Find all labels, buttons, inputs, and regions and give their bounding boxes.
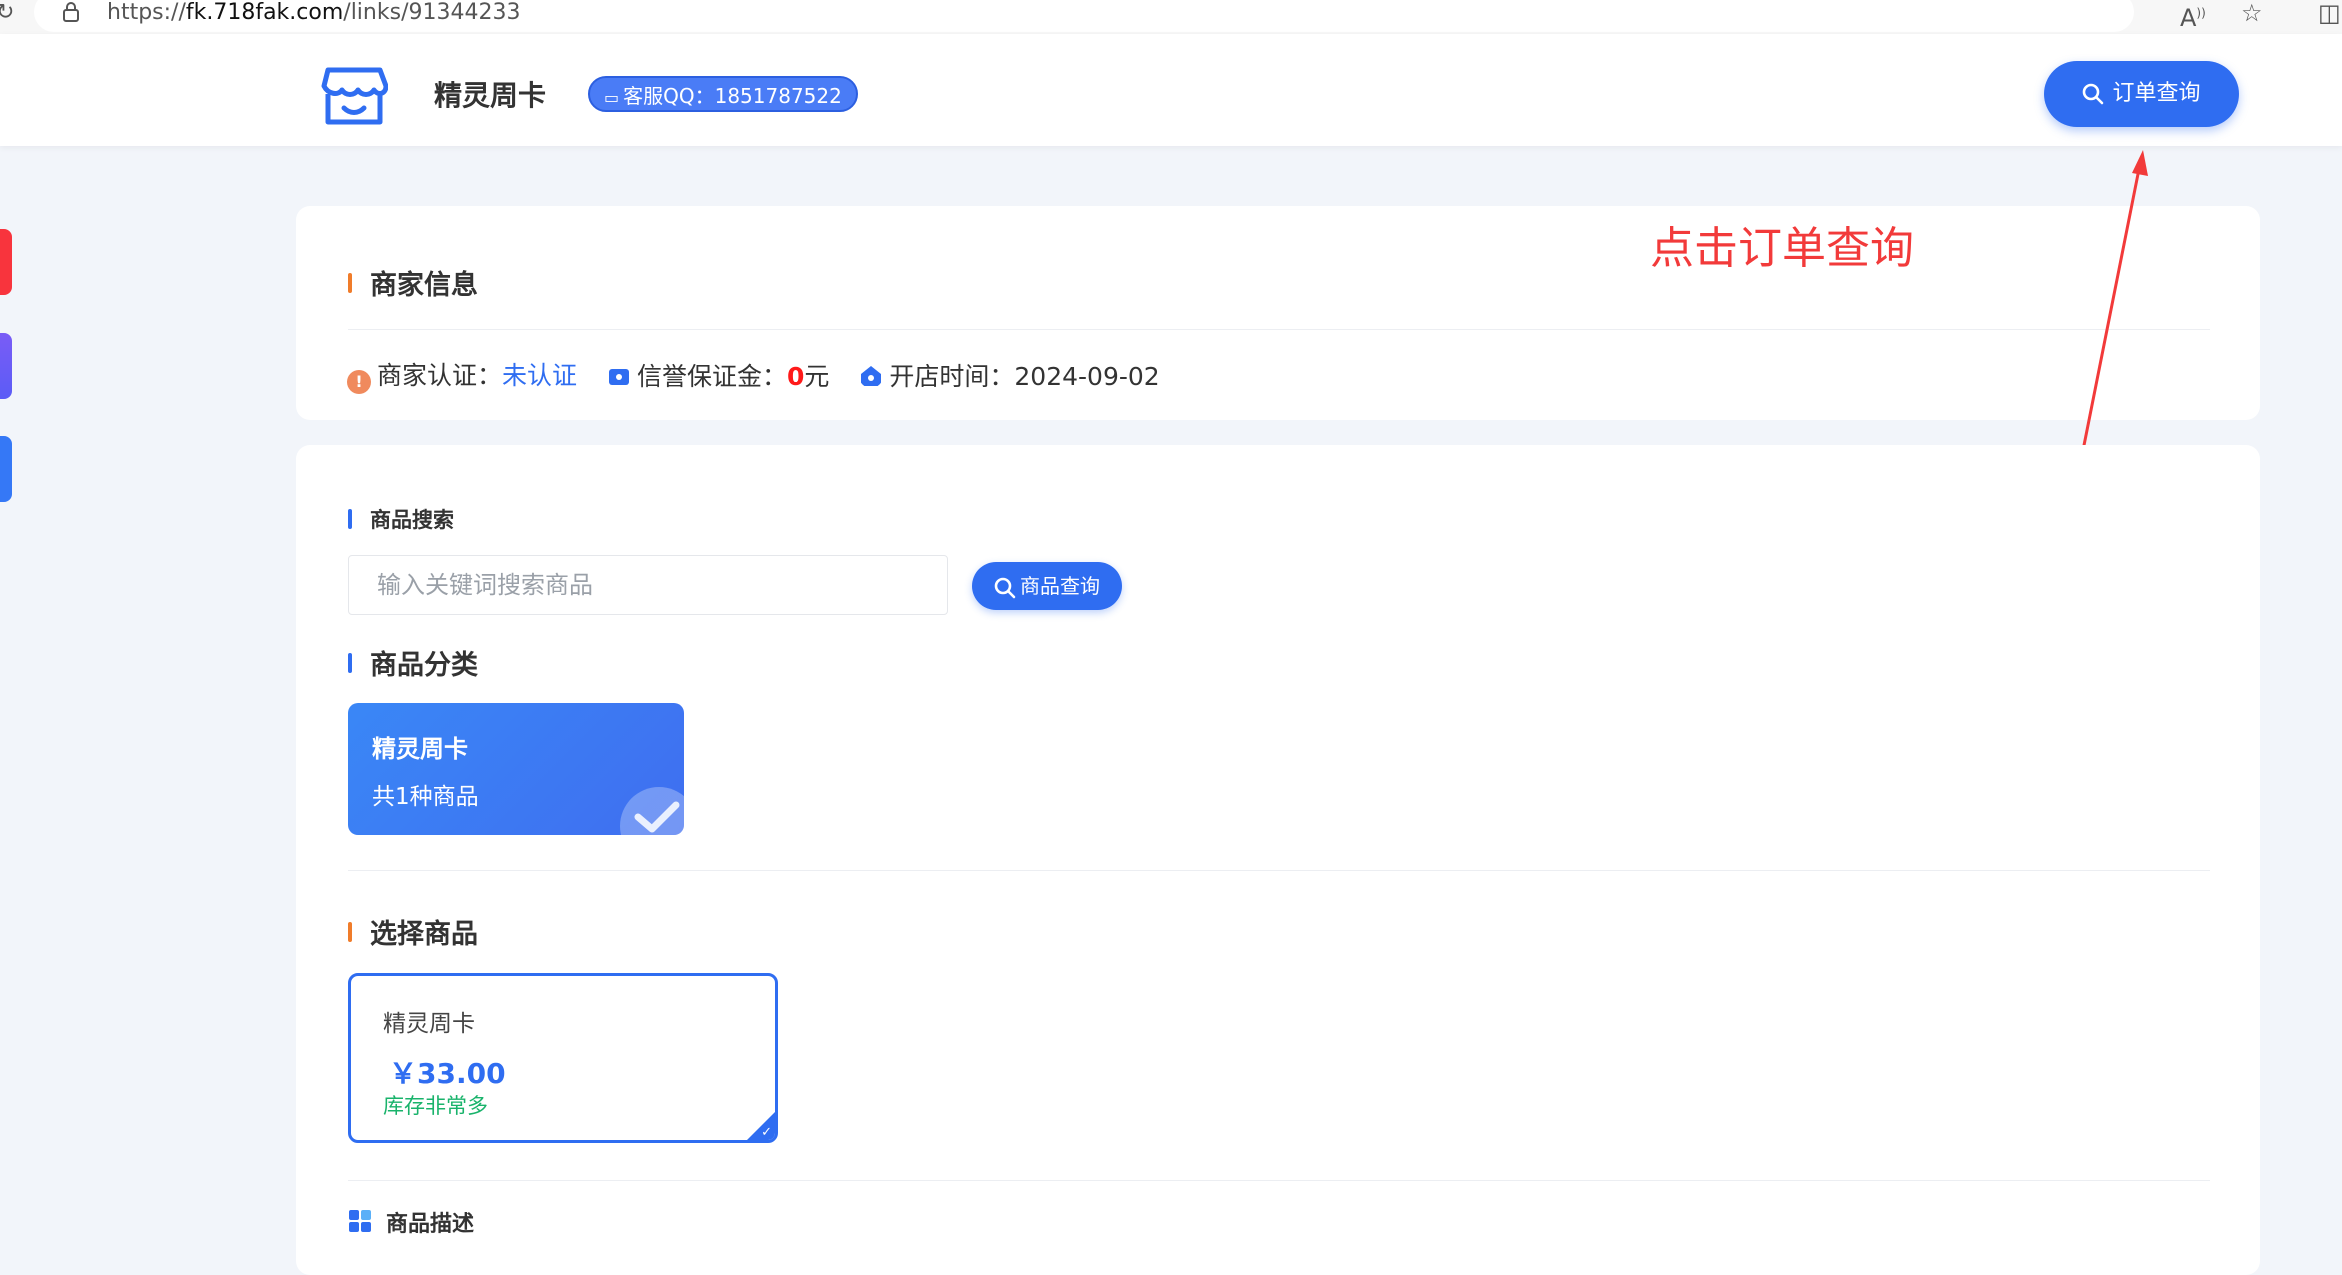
category-count: 共1种商品 bbox=[372, 784, 479, 810]
favorite-star-icon[interactable]: ☆ bbox=[2241, 0, 2263, 26]
side-tab-blue[interactable] bbox=[0, 436, 12, 502]
divider bbox=[348, 1180, 2210, 1181]
browser-address-bar: ↻ https://fk.718fak.com/links/91344233 A… bbox=[0, 0, 2342, 34]
cert-label: 商家认证： bbox=[377, 361, 503, 390]
lock-icon bbox=[63, 2, 79, 22]
merchant-info-title: 商家信息 bbox=[370, 263, 478, 302]
deposit-unit: 元 bbox=[804, 362, 830, 391]
refresh-icon[interactable]: ↻ bbox=[0, 0, 14, 25]
url-host: fk.718fak.com bbox=[185, 0, 344, 25]
product-stock: 库存非常多 bbox=[383, 1094, 488, 1118]
merchant-open-date: 开店时间：2024-09-02 bbox=[859, 357, 1160, 393]
read-aloud-icon[interactable]: A)) bbox=[2180, 0, 2206, 31]
category-name: 精灵周卡 bbox=[372, 735, 468, 763]
url-path: /links/91344233 bbox=[343, 0, 521, 25]
merchant-info-row: ! 商家认证：未认证 信誉保证金：0元 开店时间：2024-09-02 bbox=[347, 356, 1182, 394]
selected-check-icon bbox=[620, 787, 684, 835]
deposit-label: 信誉保证金： bbox=[636, 362, 787, 391]
customer-service-qq-badge: ▭ 客服QQ：1851787522 bbox=[588, 76, 858, 112]
product-search-input[interactable] bbox=[348, 555, 948, 615]
search-icon bbox=[2083, 83, 2104, 105]
wallet-icon bbox=[608, 369, 629, 385]
merchant-cert: ! 商家认证：未认证 bbox=[347, 356, 577, 394]
check-icon: ✓ bbox=[761, 1125, 772, 1140]
deposit-value: 0 bbox=[787, 362, 805, 391]
qq-badge-label: 客服QQ：1851787522 bbox=[623, 84, 842, 108]
side-tab-purple[interactable] bbox=[0, 333, 12, 399]
merchant-deposit: 信誉保证金：0元 bbox=[607, 357, 829, 393]
warning-icon: ! bbox=[347, 370, 371, 394]
product-search-title: 商品搜索 bbox=[370, 504, 454, 534]
product-price: ￥33.00 bbox=[389, 1057, 506, 1090]
annotation-text: 点击订单查询 bbox=[1650, 223, 1914, 274]
order-query-button[interactable]: 订单查询 bbox=[2044, 61, 2239, 127]
product-search-button[interactable]: 商品查询 bbox=[972, 562, 1122, 610]
grid-icon bbox=[349, 1210, 371, 1232]
search-icon bbox=[994, 577, 1016, 598]
product-item[interactable]: 精灵周卡 ￥33.00 库存非常多 ✓ bbox=[348, 973, 778, 1143]
site-header: 精灵周卡 ▭ 客服QQ：1851787522 订单查询 bbox=[0, 34, 2342, 146]
store-logo-icon bbox=[321, 67, 388, 125]
select-product-title: 选择商品 bbox=[370, 912, 478, 951]
shop-house-icon bbox=[861, 366, 882, 386]
open-date-value: 2024-09-02 bbox=[1014, 362, 1160, 391]
cert-status-link[interactable]: 未认证 bbox=[502, 361, 577, 390]
chat-bubble-icon: ▭ bbox=[604, 88, 620, 107]
url-prefix: https:// bbox=[107, 0, 186, 25]
order-query-label: 订单查询 bbox=[2112, 81, 2201, 106]
product-name: 精灵周卡 bbox=[383, 1011, 475, 1037]
open-date-label: 开店时间： bbox=[889, 362, 1015, 391]
split-screen-icon[interactable]: ◫ bbox=[2318, 0, 2341, 26]
divider bbox=[348, 870, 2210, 871]
shop-name: 精灵周卡 bbox=[434, 79, 547, 112]
product-search-button-label: 商品查询 bbox=[1020, 574, 1100, 598]
divider bbox=[348, 329, 2210, 330]
product-description-title: 商品描述 bbox=[386, 1212, 475, 1237]
category-title: 商品分类 bbox=[370, 643, 478, 682]
side-tab-red[interactable] bbox=[0, 229, 12, 295]
url-text[interactable]: https://fk.718fak.com/links/91344233 bbox=[107, 0, 520, 26]
category-item[interactable]: 精灵周卡 共1种商品 bbox=[348, 703, 684, 835]
